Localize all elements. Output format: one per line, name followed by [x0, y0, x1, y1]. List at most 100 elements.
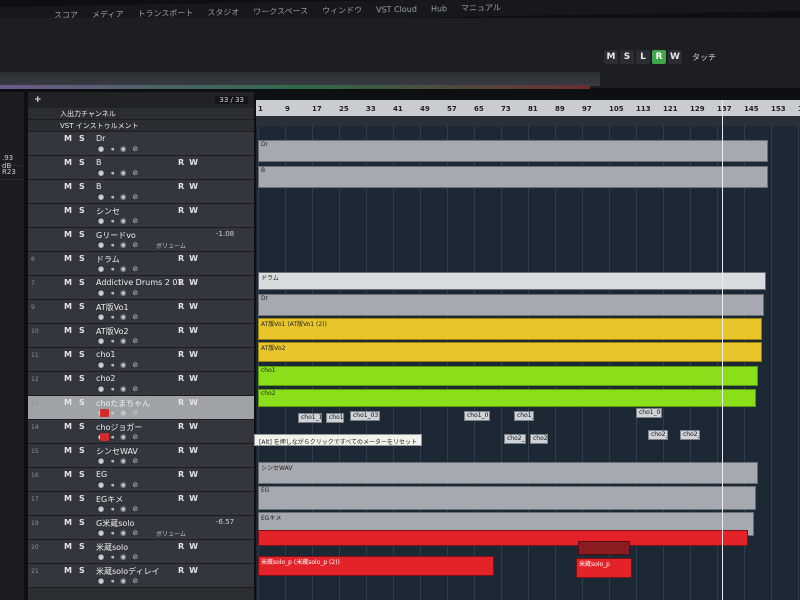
track-row[interactable]: MS ● ◂ ◉ ⊘ Dr: [28, 132, 254, 156]
track-row[interactable]: 19 MS ● ◂ ◉ ⊘ -6.57 ボリューム G米蔵solo: [28, 516, 254, 540]
read-write-buttons[interactable]: RW: [178, 542, 203, 551]
clip-solo2[interactable]: 米蔵solo_p: [576, 558, 632, 578]
clip-cho1-5[interactable]: cho1_: [514, 411, 534, 421]
read-automation-button[interactable]: R: [652, 50, 666, 64]
clip-vo1[interactable]: AT版Vo1 (AT版Vo1 (2)): [258, 318, 762, 340]
track-controls[interactable]: ● ◂ ◉ ⊘: [98, 217, 140, 225]
track-controls[interactable]: ● ◂ ◉ ⊘: [98, 145, 140, 153]
mute-solo-buttons[interactable]: MS: [64, 278, 92, 287]
mute-solo-buttons[interactable]: MS: [64, 566, 92, 575]
read-write-buttons[interactable]: RW: [178, 350, 203, 359]
clip-b[interactable]: B: [258, 166, 768, 188]
track-controls[interactable]: ● ◂ ◉ ⊘: [98, 577, 140, 585]
mute-solo-buttons[interactable]: MS: [64, 182, 92, 191]
menu-item-workspace[interactable]: ワークスペース: [253, 5, 308, 17]
track-row[interactable]: 17 MS RW ● ◂ ◉ ⊘ EGキメ: [28, 492, 254, 516]
listen-button[interactable]: L: [636, 50, 650, 64]
track-row[interactable]: 21 MS RW ● ◂ ◉ ⊘ 米蔵soloディレイ: [28, 564, 254, 588]
track-controls[interactable]: ● ◂ ◉ ⊘: [98, 385, 140, 393]
menu-item-studio[interactable]: スタジオ: [207, 6, 239, 18]
inspector-pan[interactable]: R23: [0, 166, 24, 180]
menu-item-hub[interactable]: Hub: [431, 4, 447, 13]
clip-cho2-3[interactable]: cho2_: [530, 434, 548, 444]
menu-item-window[interactable]: ウィンドウ: [322, 4, 362, 16]
read-write-buttons[interactable]: RW: [178, 374, 203, 383]
track-controls[interactable]: ● ◂ ◉ ⊘: [98, 265, 140, 273]
track-row[interactable]: MS ● ◂ ◉ ⊘ -1.08 ボリューム Gリードvo: [28, 228, 254, 252]
track-row[interactable]: 12 MS RW ● ◂ ◉ ⊘ cho2: [28, 372, 254, 396]
clip-solo-dark[interactable]: [578, 541, 630, 555]
mute-solo-buttons[interactable]: MS: [64, 422, 92, 431]
timeline-ruler[interactable]: 1 9 17 25 33 41 49 57 65 73 81 89 97 105 113 121 129 137 1…: [256, 100, 800, 116]
track-row[interactable]: 6 MS RW ● ◂ ◉ ⊘ ドラム: [28, 252, 254, 276]
track-controls[interactable]: ● ◂ ◉ ⊘: [98, 193, 140, 201]
mute-solo-buttons[interactable]: MS: [64, 302, 92, 311]
clip-synth[interactable]: シンセWAV: [258, 462, 758, 484]
track-controls[interactable]: ● ◂ ◉ ⊘: [98, 457, 140, 465]
track-row[interactable]: 入出力チャンネル: [28, 108, 254, 120]
track-row[interactable]: MS RW ● ◂ ◉ ⊘ シンセ: [28, 204, 254, 228]
track-row[interactable]: 15 MS RW ● ◂ ◉ ⊘ シンセWAV: [28, 444, 254, 468]
clip-cho1-1[interactable]: cho1_1: [298, 413, 322, 423]
clip-solo[interactable]: 米蔵solo_p (米蔵solo_p (2)): [258, 556, 494, 576]
read-write-buttons[interactable]: RW: [178, 182, 203, 191]
read-write-buttons[interactable]: RW: [178, 422, 203, 431]
clip-cho1[interactable]: cho1: [258, 366, 758, 386]
read-write-buttons[interactable]: RW: [178, 494, 203, 503]
track-row[interactable]: 13 MS RW ● ◂ ◉ ⊘ choたまちゃん: [28, 396, 254, 420]
mute-solo-buttons[interactable]: MS: [64, 542, 92, 551]
clip-cho1-3[interactable]: cho1_03: [350, 411, 380, 421]
mute-solo-buttons[interactable]: MS: [64, 374, 92, 383]
mute-button[interactable]: M: [604, 50, 618, 64]
track-controls[interactable]: ● ◂ ◉ ⊘: [98, 553, 140, 561]
clip-drum[interactable]: ドラム: [258, 272, 766, 290]
mute-solo-buttons[interactable]: MS: [64, 470, 92, 479]
read-write-buttons[interactable]: RW: [178, 302, 203, 311]
menu-item-vst-cloud[interactable]: VST Cloud: [376, 4, 417, 14]
mute-solo-buttons[interactable]: MS: [64, 254, 92, 263]
playhead[interactable]: [722, 100, 723, 600]
track-controls[interactable]: ● ◂ ◉ ⊘: [98, 505, 140, 513]
read-write-buttons[interactable]: RW: [178, 446, 203, 455]
mute-solo-buttons[interactable]: MS: [64, 518, 92, 527]
clip-cho2-5[interactable]: cho2_: [680, 430, 700, 440]
track-controls[interactable]: ● ◂ ◉ ⊘: [98, 241, 140, 249]
write-automation-button[interactable]: W: [668, 50, 682, 64]
clip-dr2[interactable]: Dr: [258, 294, 764, 316]
read-write-buttons[interactable]: RW: [178, 326, 203, 335]
track-controls[interactable]: ● ◂ ◉ ⊘: [98, 529, 140, 537]
mute-solo-buttons[interactable]: MS: [64, 494, 92, 503]
read-write-buttons[interactable]: RW: [178, 470, 203, 479]
automation-mode-select[interactable]: タッチ: [692, 52, 716, 63]
record-enable-icon[interactable]: [100, 433, 109, 441]
mute-solo-buttons[interactable]: MS: [64, 350, 92, 359]
track-controls[interactable]: ● ◂ ◉ ⊘: [98, 169, 140, 177]
track-row[interactable]: 16 MS RW ● ◂ ◉ ⊘ EG: [28, 468, 254, 492]
mute-solo-buttons[interactable]: MS: [64, 134, 92, 143]
track-row[interactable]: MS RW ● ◂ ◉ ⊘ B: [28, 156, 254, 180]
clip-cho1-2[interactable]: cho1_: [326, 413, 344, 423]
clip-dr[interactable]: Dr: [258, 140, 768, 162]
read-write-buttons[interactable]: RW: [178, 158, 203, 167]
track-controls[interactable]: ● ◂ ◉ ⊘: [98, 313, 140, 321]
read-write-buttons[interactable]: RW: [178, 254, 203, 263]
solo-button[interactable]: S: [620, 50, 634, 64]
mute-solo-buttons[interactable]: MS: [64, 206, 92, 215]
track-volume-value[interactable]: -1.08: [216, 230, 234, 238]
track-row[interactable]: 9 MS RW ● ◂ ◉ ⊘ AT版Vo1: [28, 300, 254, 324]
mute-solo-buttons[interactable]: MS: [64, 446, 92, 455]
track-row[interactable]: 10 MS RW ● ◂ ◉ ⊘ AT版Vo2: [28, 324, 254, 348]
read-write-buttons[interactable]: RW: [178, 566, 203, 575]
track-row[interactable]: VST インストゥルメント: [28, 120, 254, 132]
clip-cho1-6[interactable]: cho1_08: [636, 408, 662, 418]
clip-eg[interactable]: EG: [258, 486, 756, 510]
mute-solo-buttons[interactable]: MS: [64, 326, 92, 335]
add-track-icon[interactable]: +: [34, 95, 42, 105]
clip-solo-guide[interactable]: [258, 530, 748, 546]
track-controls[interactable]: ● ◂ ◉ ⊘: [98, 289, 140, 297]
mute-solo-buttons[interactable]: MS: [64, 230, 92, 239]
mute-solo-buttons[interactable]: MS: [64, 158, 92, 167]
track-row[interactable]: MS RW ● ◂ ◉ ⊘ B: [28, 180, 254, 204]
clip-cho1-4[interactable]: cho1_0: [464, 411, 490, 421]
track-volume-value[interactable]: -6.57: [216, 518, 234, 526]
